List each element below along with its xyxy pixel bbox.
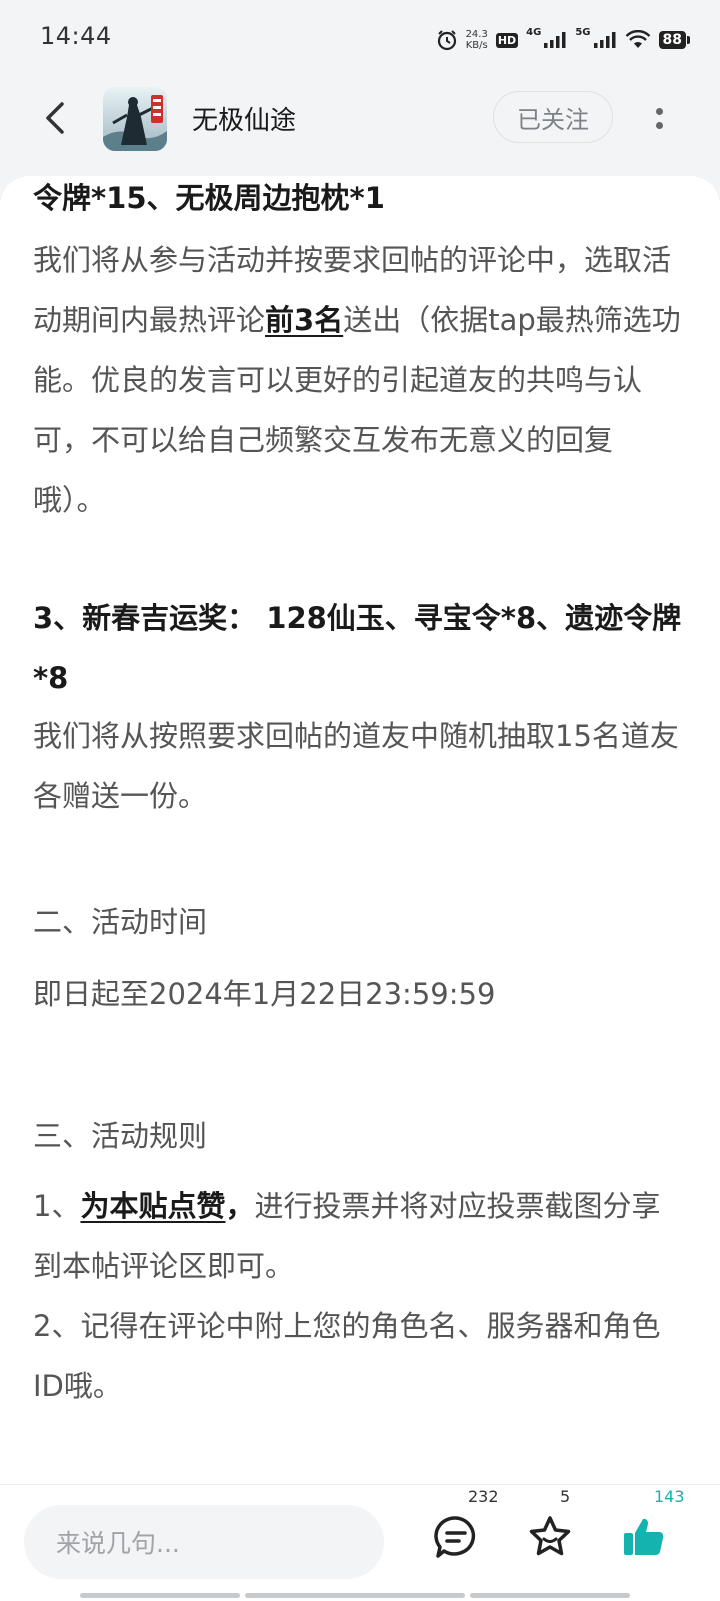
reward-text-continued: 令牌*15、无极周边抱枕*1 <box>33 181 385 215</box>
more-dot-icon <box>655 121 663 129</box>
bottom-action-bar: 来说几句... 232 5 143 <box>0 1484 720 1601</box>
comment-count: 232 <box>468 1487 499 1506</box>
nav-indicator-segment <box>80 1593 240 1598</box>
new-year-prize-description: 我们将从按照要求回帖的道友中随机抽取15名道友各赠送一份。 <box>33 719 679 813</box>
section-heading-rules: 三、活动规则 <box>33 1119 208 1153</box>
star-icon <box>529 1516 571 1556</box>
signal-1-label: 4G <box>526 26 542 38</box>
back-arrow-icon <box>46 102 64 134</box>
rule-1-highlight: 为本贴点赞 <box>80 1189 226 1223</box>
nav-indicator-segment <box>470 1593 630 1598</box>
section-heading-time: 二、活动时间 <box>33 905 208 939</box>
back-button[interactable] <box>38 98 78 138</box>
game-avatar[interactable] <box>103 87 167 151</box>
thumbs-up-icon <box>624 1518 664 1555</box>
event-time-text: 即日起至2024年1月22日23:59:59 <box>33 977 496 1011</box>
battery-indicator: 88 <box>658 31 690 49</box>
follow-button[interactable]: 已关注 <box>493 91 613 143</box>
like-count: 143 <box>654 1487 685 1506</box>
net-speed-value: 24.3 <box>465 29 488 40</box>
hd-badge: HD <box>495 32 519 48</box>
nav-indicator-segment <box>245 1593 465 1598</box>
more-dot-icon <box>655 107 663 115</box>
wifi-icon <box>625 30 650 48</box>
alarm-icon <box>437 30 456 51</box>
like-button[interactable]: 143 <box>606 1487 686 1579</box>
game-logo-image <box>103 87 167 151</box>
favorite-button[interactable]: 5 <box>512 1487 592 1579</box>
favorite-count: 5 <box>560 1487 571 1506</box>
signal-2-label: 5G <box>575 26 591 38</box>
status-time: 14:44 <box>40 22 112 50</box>
comment-input[interactable]: 来说几句... <box>24 1505 384 1579</box>
net-speed: 24.3 KB/s <box>466 29 488 51</box>
battery-level: 88 <box>658 31 686 49</box>
new-year-prize-heading: 3、新春吉运奖： 128仙玉、寻宝令*8、遗迹令牌*8 <box>33 601 682 695</box>
rule-1-number: 1、 <box>33 1189 81 1223</box>
post-content[interactable]: 令牌*15、无极周边抱枕*1 我们将从参与活动并按要求回帖的评论中，选取活动期间… <box>0 176 720 1486</box>
comment-button[interactable]: 232 <box>418 1487 499 1579</box>
signal-2-icon <box>593 32 616 48</box>
status-icons: 24.3 KB/s HD 4G 5G 88 <box>436 26 690 54</box>
status-bar: 14:44 24.3 KB/s HD 4G 5G 88 <box>0 0 720 78</box>
rule-2: 2、记得在评论中附上您的角色名、服务器和角色ID哦。 <box>33 1309 661 1403</box>
net-speed-unit: KB/s <box>465 40 488 51</box>
top-three-highlight: 前3名 <box>265 303 344 337</box>
rule-1-comma: ， <box>225 1189 255 1223</box>
comment-icon <box>434 1516 476 1558</box>
signal-1-icon <box>544 32 566 48</box>
game-title[interactable]: 无极仙途 <box>192 100 296 137</box>
app-header: 无极仙途 已关注 <box>0 78 720 178</box>
battery-tip <box>687 36 690 44</box>
rule-1: 1、为本贴点赞，进行投票并将对应投票截图分享到本帖评论区即可。 <box>33 1176 683 1296</box>
more-button[interactable] <box>644 98 674 138</box>
reward-description: 我们将从参与活动并按要求回帖的评论中，选取活动期间内最热评论前3名送出（依据ta… <box>33 230 683 530</box>
